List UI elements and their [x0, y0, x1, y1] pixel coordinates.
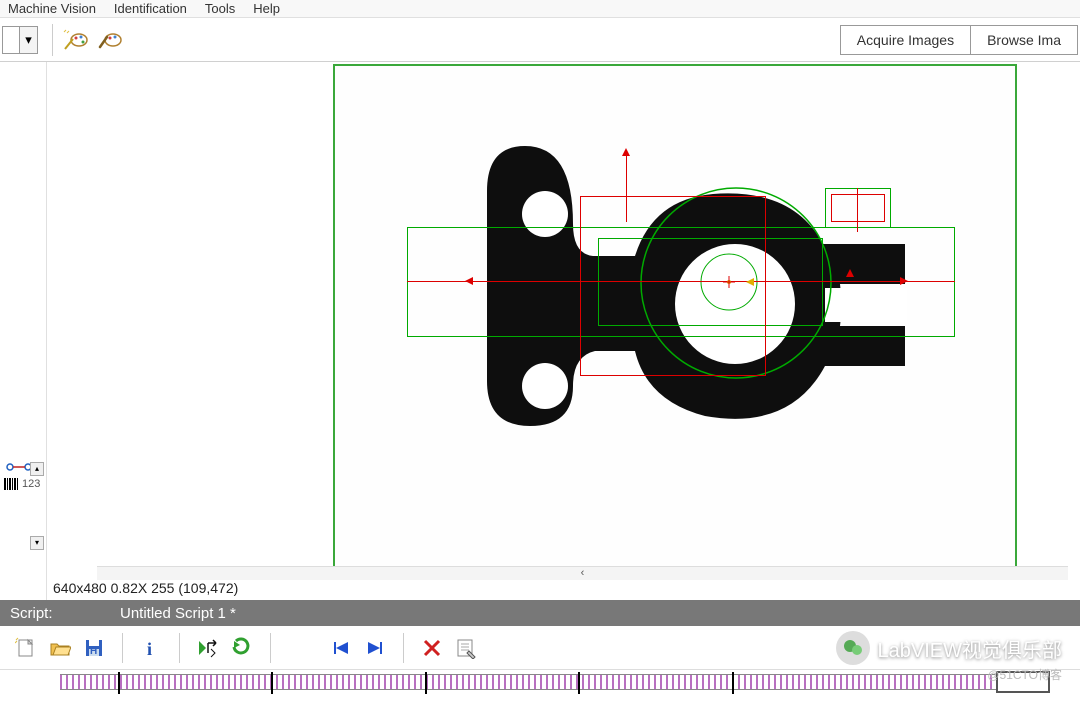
- run-once-button[interactable]: [192, 632, 224, 664]
- step-back-button[interactable]: [325, 632, 357, 664]
- acquire-images-button[interactable]: Acquire Images: [840, 25, 971, 55]
- step-forward-button[interactable]: [359, 632, 391, 664]
- chevron-down-icon: ▾: [20, 26, 38, 54]
- brush-palette-icon[interactable]: [93, 25, 127, 55]
- script-timeline[interactable]: [60, 674, 1020, 690]
- watermark-sub: @51CTO博客: [987, 666, 1062, 683]
- open-script-button[interactable]: [44, 632, 76, 664]
- run-loop-button[interactable]: [226, 632, 258, 664]
- canvas-status: 640x480 0.82X 255 (109,472): [49, 578, 242, 600]
- crosshair-v: [626, 152, 627, 222]
- menu-tools[interactable]: Tools: [205, 1, 235, 16]
- edit-step-button[interactable]: [450, 632, 482, 664]
- script-label: Script:: [10, 605, 120, 622]
- center-point-icon: [723, 276, 735, 288]
- menu-identification[interactable]: Identification: [114, 1, 187, 16]
- save-script-button[interactable]: H: [78, 632, 110, 664]
- script-name: Untitled Script 1 *: [120, 605, 236, 622]
- canvas-area: 640x480 0.82X 255 (109,472) ‹: [47, 62, 1080, 600]
- menu-machine-vision[interactable]: Machine Vision: [8, 1, 96, 16]
- wand-palette-icon[interactable]: [59, 25, 93, 55]
- main-area: 123 ▴ ▾: [0, 62, 1080, 600]
- script-bar: Script: Untitled Script 1 *: [0, 600, 1080, 626]
- top-toolbar: ▾ Acquire Images Browse Ima: [0, 18, 1080, 62]
- roi-red-box: [580, 196, 766, 376]
- delete-step-button[interactable]: [416, 632, 448, 664]
- barcode-icon[interactable]: [4, 478, 20, 490]
- svg-text:H: H: [90, 646, 97, 657]
- menu-help[interactable]: Help: [253, 1, 280, 16]
- script-toolbar: H i: [0, 626, 1080, 670]
- image-viewport[interactable]: [333, 64, 1017, 577]
- roi-red-small: [831, 194, 885, 222]
- new-script-button[interactable]: [10, 632, 42, 664]
- scroll-up-button[interactable]: ▴: [30, 462, 44, 476]
- menubar: Machine Vision Identification Tools Help: [0, 0, 1080, 18]
- scroll-down-button[interactable]: ▾: [30, 536, 44, 550]
- info-button[interactable]: i: [135, 632, 167, 664]
- h-scrollbar[interactable]: ‹: [97, 566, 1068, 580]
- palette-dropdown[interactable]: ▾: [2, 26, 38, 54]
- browse-images-button[interactable]: Browse Ima: [970, 25, 1078, 55]
- left-panel: 123 ▴ ▾: [0, 62, 47, 600]
- svg-text:i: i: [147, 639, 152, 659]
